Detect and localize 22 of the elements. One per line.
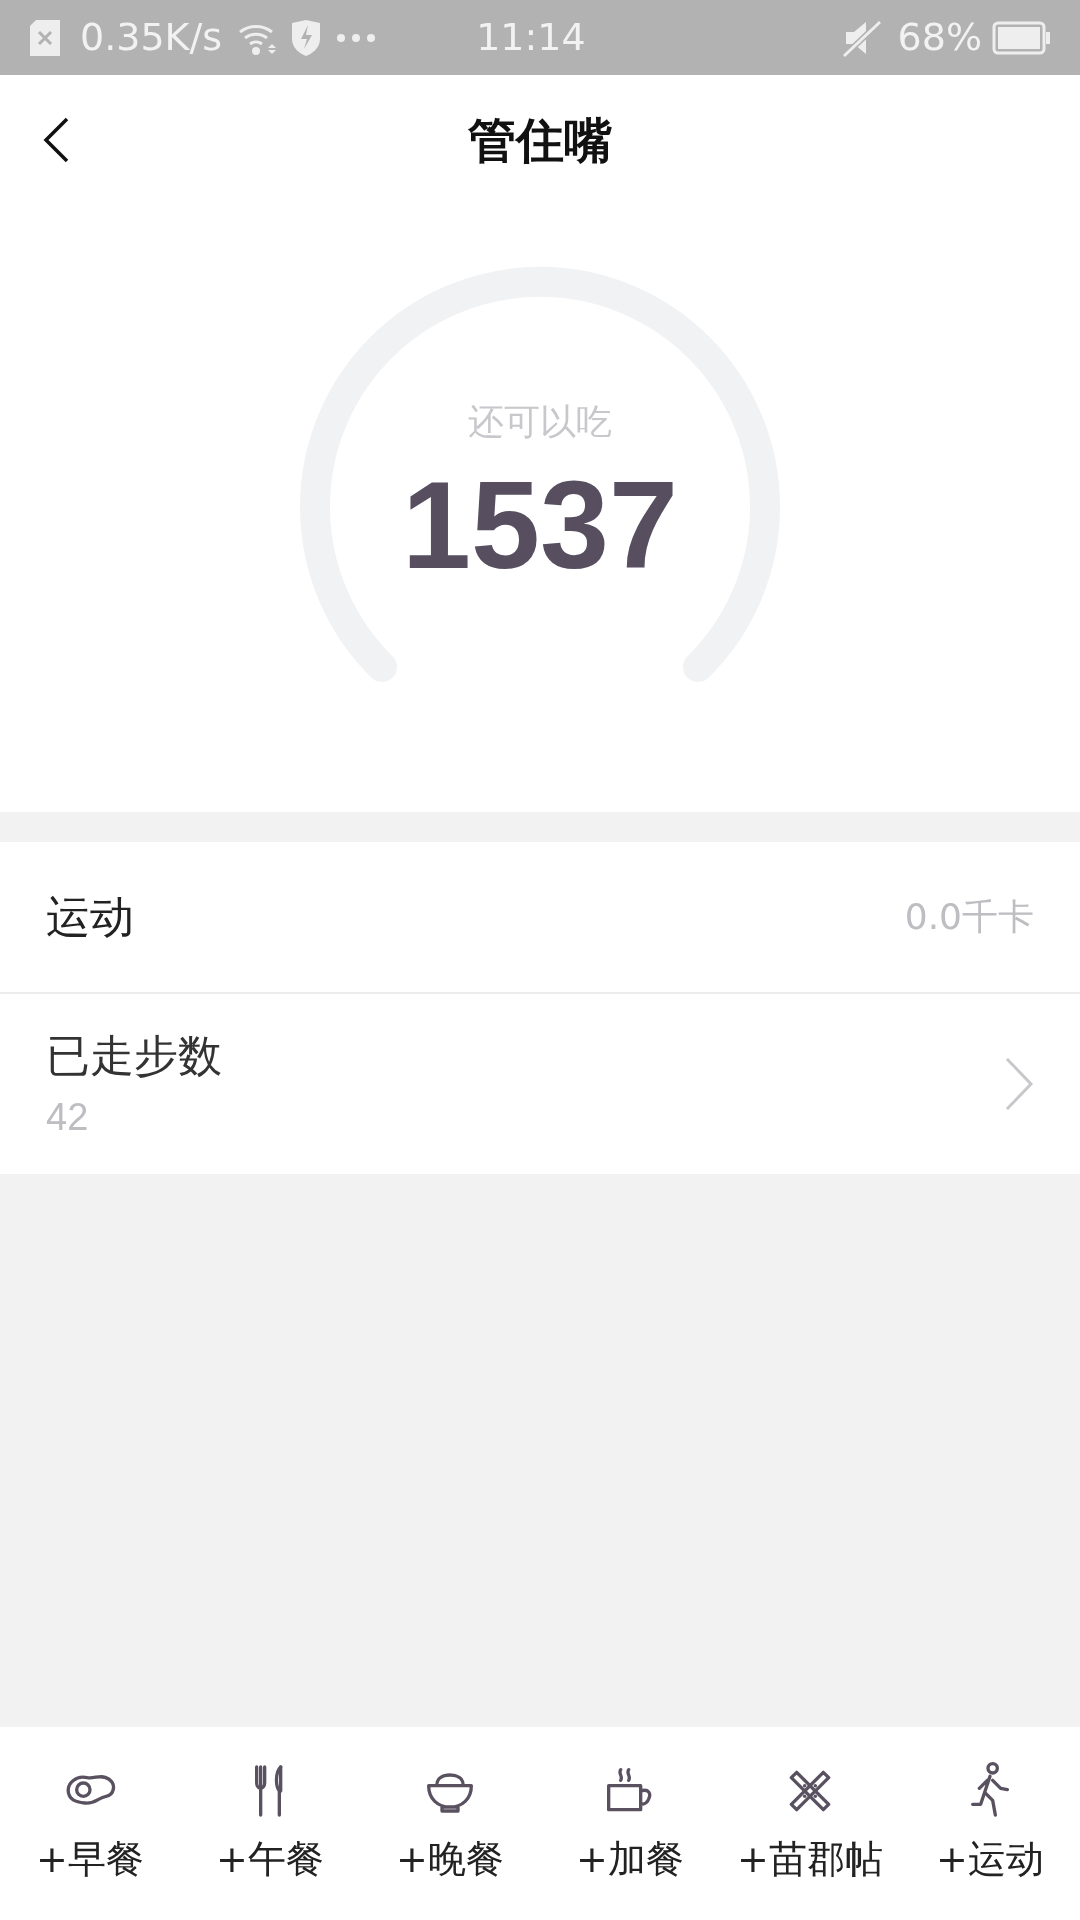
calories-remaining: 1537 bbox=[402, 463, 678, 587]
chevron-right-icon bbox=[1004, 1056, 1034, 1112]
battery-percent: 68% bbox=[897, 14, 982, 61]
add-entry-button[interactable]: +加餐 bbox=[540, 1759, 720, 1888]
row-label: 已走步数 bbox=[46, 1028, 222, 1083]
page-title: 管住嘴 bbox=[468, 111, 612, 170]
add-entry-button[interactable]: +午餐 bbox=[180, 1759, 360, 1888]
more-dots-icon bbox=[336, 32, 377, 43]
steps-count: 42 bbox=[46, 1094, 90, 1140]
shield-icon bbox=[290, 18, 323, 57]
add-entry-button[interactable]: +早餐 bbox=[0, 1759, 180, 1888]
row-value: 0.0千卡 bbox=[904, 895, 1034, 939]
add-entry-button[interactable]: +晚餐 bbox=[360, 1759, 540, 1888]
back-chevron-icon bbox=[43, 117, 69, 163]
add-entry-button[interactable]: +运动 bbox=[900, 1759, 1080, 1888]
steps-row[interactable]: 已走步数 42 bbox=[0, 994, 1080, 1174]
battery-icon bbox=[992, 20, 1050, 55]
network-speed: 0.35K/s bbox=[80, 14, 223, 61]
sim-card-icon bbox=[30, 19, 60, 56]
row-label: 运动 bbox=[46, 890, 134, 944]
add-entry-button[interactable]: +苗郡帖 bbox=[720, 1759, 900, 1888]
clock-time: 11:14 bbox=[476, 14, 586, 61]
